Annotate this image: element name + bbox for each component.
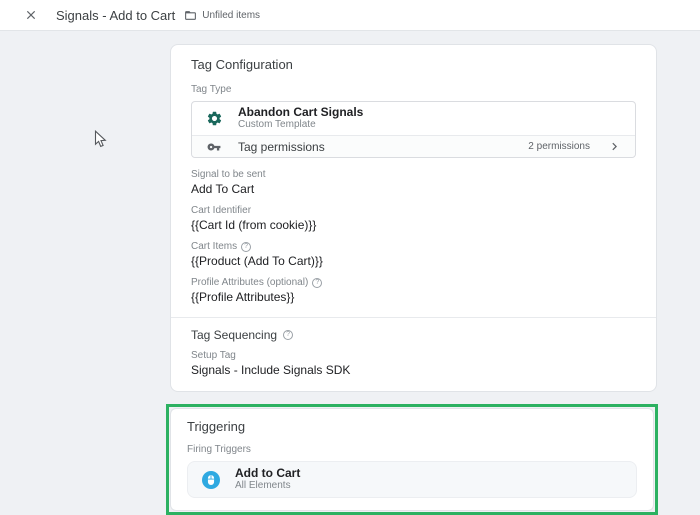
setup-tag-label: Setup Tag: [191, 350, 636, 362]
section-divider: [171, 317, 656, 318]
triggering-card[interactable]: Triggering Firing Triggers Add to Cart A…: [170, 408, 654, 511]
close-icon[interactable]: [22, 6, 40, 24]
tag-permissions-label: Tag permissions: [238, 140, 325, 154]
key-icon: [205, 140, 223, 154]
tag-type-name: Abandon Cart Signals: [238, 106, 363, 119]
triggering-heading: Triggering: [187, 419, 637, 434]
setup-tag-value: Signals - Include Signals SDK: [191, 363, 636, 378]
field-setup-tag: Setup Tag Signals - Include Signals SDK: [191, 350, 636, 378]
tag-configuration-heading: Tag Configuration: [191, 57, 636, 72]
folder-label: Unfiled items: [202, 10, 260, 21]
tag-type-label: Tag Type: [191, 84, 636, 96]
field-value: {{Cart Id (from cookie)}}: [191, 218, 636, 233]
tag-permissions-count: 2 permissions: [528, 141, 590, 152]
mouse-cursor: [94, 130, 108, 149]
tag-editor-header: Signals - Add to Cart Unfiled items: [0, 0, 700, 31]
trigger-subtitle: All Elements: [235, 480, 300, 492]
field-label: Cart Items: [191, 241, 237, 253]
page-title: Signals - Add to Cart: [56, 8, 175, 23]
firing-triggers-label: Firing Triggers: [187, 444, 637, 456]
help-icon[interactable]: ?: [241, 242, 251, 252]
field-label: Profile Attributes (optional): [191, 277, 308, 289]
field-cart-identifier: Cart Identifier {{Cart Id (from cookie)}…: [191, 205, 636, 233]
folder-icon: [184, 9, 197, 22]
folder-button[interactable]: Unfiled items: [184, 9, 260, 22]
field-profile-attributes: Profile Attributes (optional) ? {{Profil…: [191, 277, 636, 305]
field-label: Cart Identifier: [191, 205, 636, 217]
field-signal-to-be-sent: Signal to be sent Add To Cart: [191, 169, 636, 197]
green-highlight-annotation: Triggering Firing Triggers Add to Cart A…: [166, 404, 658, 515]
field-value: {{Profile Attributes}}: [191, 290, 636, 305]
tag-configuration-card[interactable]: Tag Configuration Tag Type Abandon Cart …: [170, 44, 657, 392]
tag-editor-body: Tag Configuration Tag Type Abandon Cart …: [0, 44, 700, 454]
field-value: Add To Cart: [191, 182, 636, 197]
gear-icon: [205, 110, 223, 127]
trigger-name: Add to Cart: [235, 467, 300, 480]
field-cart-items: Cart Items ? {{Product (Add To Cart)}}: [191, 241, 636, 269]
tag-permissions-row[interactable]: Tag permissions 2 permissions: [192, 135, 635, 157]
tag-type-box: Abandon Cart Signals Custom Template Tag…: [191, 101, 636, 158]
help-icon[interactable]: ?: [312, 278, 322, 288]
click-trigger-icon: [202, 470, 220, 490]
tag-sequencing-heading: Tag Sequencing ?: [191, 328, 636, 342]
tag-type-row[interactable]: Abandon Cart Signals Custom Template: [192, 102, 635, 135]
chevron-right-icon: [607, 139, 622, 154]
help-icon[interactable]: ?: [283, 330, 293, 340]
field-value: {{Product (Add To Cart)}}: [191, 254, 636, 269]
tag-type-subtitle: Custom Template: [238, 119, 363, 131]
trigger-row-add-to-cart[interactable]: Add to Cart All Elements: [187, 461, 637, 498]
field-label: Signal to be sent: [191, 169, 636, 181]
